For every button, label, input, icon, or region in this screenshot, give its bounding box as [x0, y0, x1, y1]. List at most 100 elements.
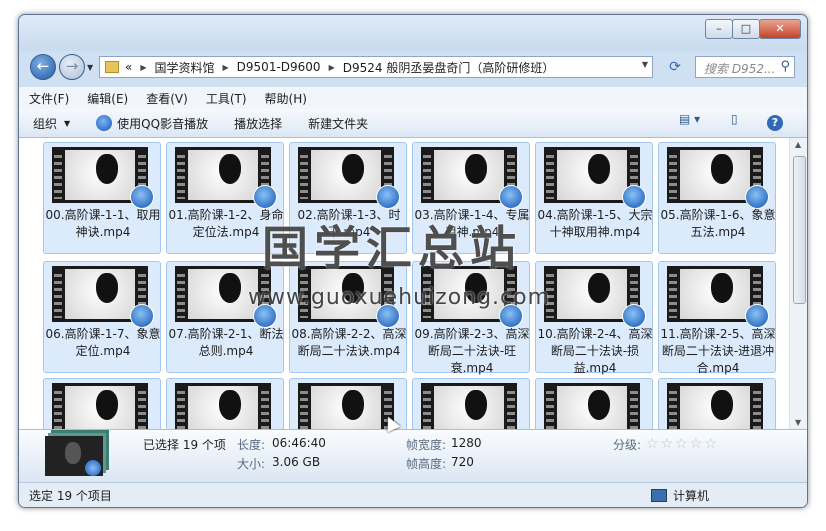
folder-icon: [105, 61, 119, 73]
qq-player-icon: [130, 304, 154, 328]
play-selection-button[interactable]: 播放选择: [220, 115, 294, 132]
minimize-button[interactable]: –: [705, 19, 733, 39]
qq-player-icon: [253, 185, 277, 209]
file-name: 11.高阶课-2-5、高深断局二十法诀-进退冲合.mp4: [660, 327, 776, 375]
organize-button[interactable]: 组织 ▼: [19, 115, 82, 132]
close-button[interactable]: ✕: [759, 19, 801, 39]
file-list: 00.高阶课-1-1、取用神诀.mp4 01.高阶课-1-2、身命定位法.mp4 0…: [19, 138, 789, 429]
size-label: 大小:: [237, 457, 266, 471]
status-location: 计算机: [651, 487, 709, 504]
menu-item[interactable]: 查看(V): [136, 90, 196, 107]
video-file-tile[interactable]: 10.高阶课-2-4、高深断局二十法诀-损益.mp4: [535, 261, 653, 375]
breadcrumb-separator-icon[interactable]: ▶: [223, 63, 229, 72]
new-folder-button[interactable]: 新建文件夹: [294, 115, 380, 132]
rating-stars[interactable]: ☆☆☆☆☆: [646, 436, 719, 452]
address-dropdown-icon[interactable]: ▼: [642, 60, 648, 69]
video-thumbnail: [298, 383, 394, 429]
view-options-icon[interactable]: ▤ ▾: [679, 112, 700, 126]
recent-pages-dropdown[interactable]: ▼: [87, 63, 93, 72]
video-thumbnail: [667, 383, 763, 429]
video-file-tile[interactable]: [412, 378, 530, 429]
scroll-down-icon[interactable]: ▼: [795, 418, 801, 427]
frame-height-value: 720: [451, 455, 474, 469]
scrollbar-thumb[interactable]: [793, 156, 806, 304]
forward-button[interactable]: →: [59, 54, 85, 80]
watermark-title: 国学汇总站: [262, 221, 522, 275]
breadcrumb: « ▶ 国学资料馆 ▶ D9501-D9600 ▶ D9524 般阴丞晏盘奇门（高阶研修班…: [125, 59, 562, 76]
frame-width-label: 帧宽度:: [406, 438, 447, 452]
qq-player-icon: [745, 185, 769, 209]
breadcrumb-separator-icon[interactable]: ▶: [329, 63, 335, 72]
video-file-tile[interactable]: 00.高阶课-1-1、取用神诀.mp4: [43, 142, 161, 254]
menu-bar: 文件(F) 编辑(E) 查看(V) 工具(T) 帮助(H): [19, 87, 807, 110]
rating-label: 分级:: [613, 438, 642, 452]
qq-player-icon: [499, 185, 523, 209]
address-bar[interactable]: « ▶ 国学资料馆 ▶ D9501-D9600 ▶ D9524 般阴丞晏盘奇门（高阶研修班…: [99, 56, 653, 78]
file-name: 06.高阶课-1-7、象意定位.mp4: [45, 327, 161, 358]
qq-player-icon: [622, 185, 646, 209]
menu-item[interactable]: 文件(F): [19, 90, 77, 107]
search-placeholder: 搜索 D952...: [704, 62, 776, 76]
selected-count: 已选择 19 个项: [143, 438, 226, 452]
help-icon[interactable]: ?: [767, 115, 783, 131]
file-name: 05.高阶课-1-6、象意五法.mp4: [660, 208, 776, 239]
vertical-scrollbar[interactable]: ▲ ▼: [789, 138, 807, 429]
navigation-bar: ← → ▼ « ▶ 国学资料馆 ▶ D9501-D9600 ▶ D9524 般阴丞晏盘奇门…: [19, 51, 807, 85]
qq-player-icon: [96, 115, 113, 131]
file-name: 07.高阶课-2-1、断法总则.mp4: [168, 327, 284, 358]
new-folder-label: 新建文件夹: [308, 116, 369, 131]
play-selection-label: 播放选择: [234, 116, 283, 131]
breadcrumb-item[interactable]: 国学资料馆: [155, 59, 215, 76]
breadcrumb-item[interactable]: D9524 般阴丞晏盘奇门（高阶研修班）: [343, 59, 555, 76]
video-file-tile[interactable]: 04.高阶课-1-5、大宗十神取用神.mp4: [535, 142, 653, 254]
file-name: 00.高阶课-1-1、取用神诀.mp4: [45, 208, 161, 239]
menu-item[interactable]: 帮助(H): [255, 90, 315, 107]
command-bar: 组织 ▼ 使用QQ影音播放 播放选择 新建文件夹 ▤ ▾ ▯ ?: [19, 109, 807, 138]
length-value: 06:46:40: [272, 436, 326, 450]
video-file-tile[interactable]: [43, 378, 161, 429]
status-location-text: 计算机: [673, 489, 710, 503]
video-thumbnail: [52, 383, 148, 429]
back-button[interactable]: ←: [30, 54, 56, 80]
file-name: 04.高阶课-1-5、大宗十神取用神.mp4: [537, 208, 653, 239]
breadcrumb-overflow[interactable]: «: [125, 60, 132, 74]
video-file-tile[interactable]: 05.高阶课-1-6、象意五法.mp4: [658, 142, 776, 254]
qq-player-icon: [376, 185, 400, 209]
search-icon[interactable]: ⚲: [780, 59, 790, 74]
computer-icon: [651, 489, 667, 502]
watermark-url: www.guoxuehuizong.com: [248, 285, 551, 310]
play-with-qq-button[interactable]: 使用QQ影音播放: [82, 115, 220, 132]
frame-width-value: 1280: [451, 436, 482, 450]
scroll-up-icon[interactable]: ▲: [795, 140, 801, 149]
preview-pane-icon[interactable]: ▯: [731, 112, 738, 126]
maximize-button[interactable]: □: [732, 19, 760, 39]
qq-player-icon: [622, 304, 646, 328]
qq-player-icon: [130, 185, 154, 209]
frame-height-label: 帧高度:: [406, 457, 447, 471]
menu-item[interactable]: 编辑(E): [77, 90, 136, 107]
video-thumbnail: [544, 383, 640, 429]
video-file-tile[interactable]: [166, 378, 284, 429]
video-file-tile[interactable]: [658, 378, 776, 429]
file-name: 08.高阶课-2-2、高深断局二十法诀.mp4: [291, 327, 407, 358]
breadcrumb-item[interactable]: D9501-D9600: [237, 60, 321, 74]
video-file-tile[interactable]: [535, 378, 653, 429]
details-pane: 已选择 19 个项 长度: 06:46:40 大小: 3.06 GB 帧宽度: …: [19, 429, 807, 482]
file-name: 09.高阶课-2-3、高深断局二十法诀-旺衰.mp4: [414, 327, 530, 375]
chevron-down-icon: ▼: [64, 118, 71, 128]
video-file-tile[interactable]: 06.高阶课-1-7、象意定位.mp4: [43, 261, 161, 373]
title-bar: – □ ✕: [19, 15, 807, 51]
video-thumbnail: [175, 383, 271, 429]
breadcrumb-separator-icon[interactable]: ▶: [140, 63, 146, 72]
video-file-tile[interactable]: 11.高阶课-2-5、高深断局二十法诀-进退冲合.mp4: [658, 261, 776, 375]
refresh-icon[interactable]: ⟳: [665, 57, 685, 77]
menu-item[interactable]: 工具(T): [196, 90, 255, 107]
selection-thumbnail-stack: [45, 436, 103, 476]
video-thumbnail: [421, 383, 517, 429]
organize-label: 组织: [33, 116, 58, 131]
file-name: 10.高阶课-2-4、高深断局二十法诀-损益.mp4: [537, 327, 653, 375]
search-input[interactable]: 搜索 D952... ⚲: [695, 56, 795, 78]
qq-player-icon: [745, 304, 769, 328]
status-bar: 选定 19 个项目 计算机: [19, 482, 807, 507]
status-selection-text: 选定 19 个项目: [29, 489, 112, 503]
